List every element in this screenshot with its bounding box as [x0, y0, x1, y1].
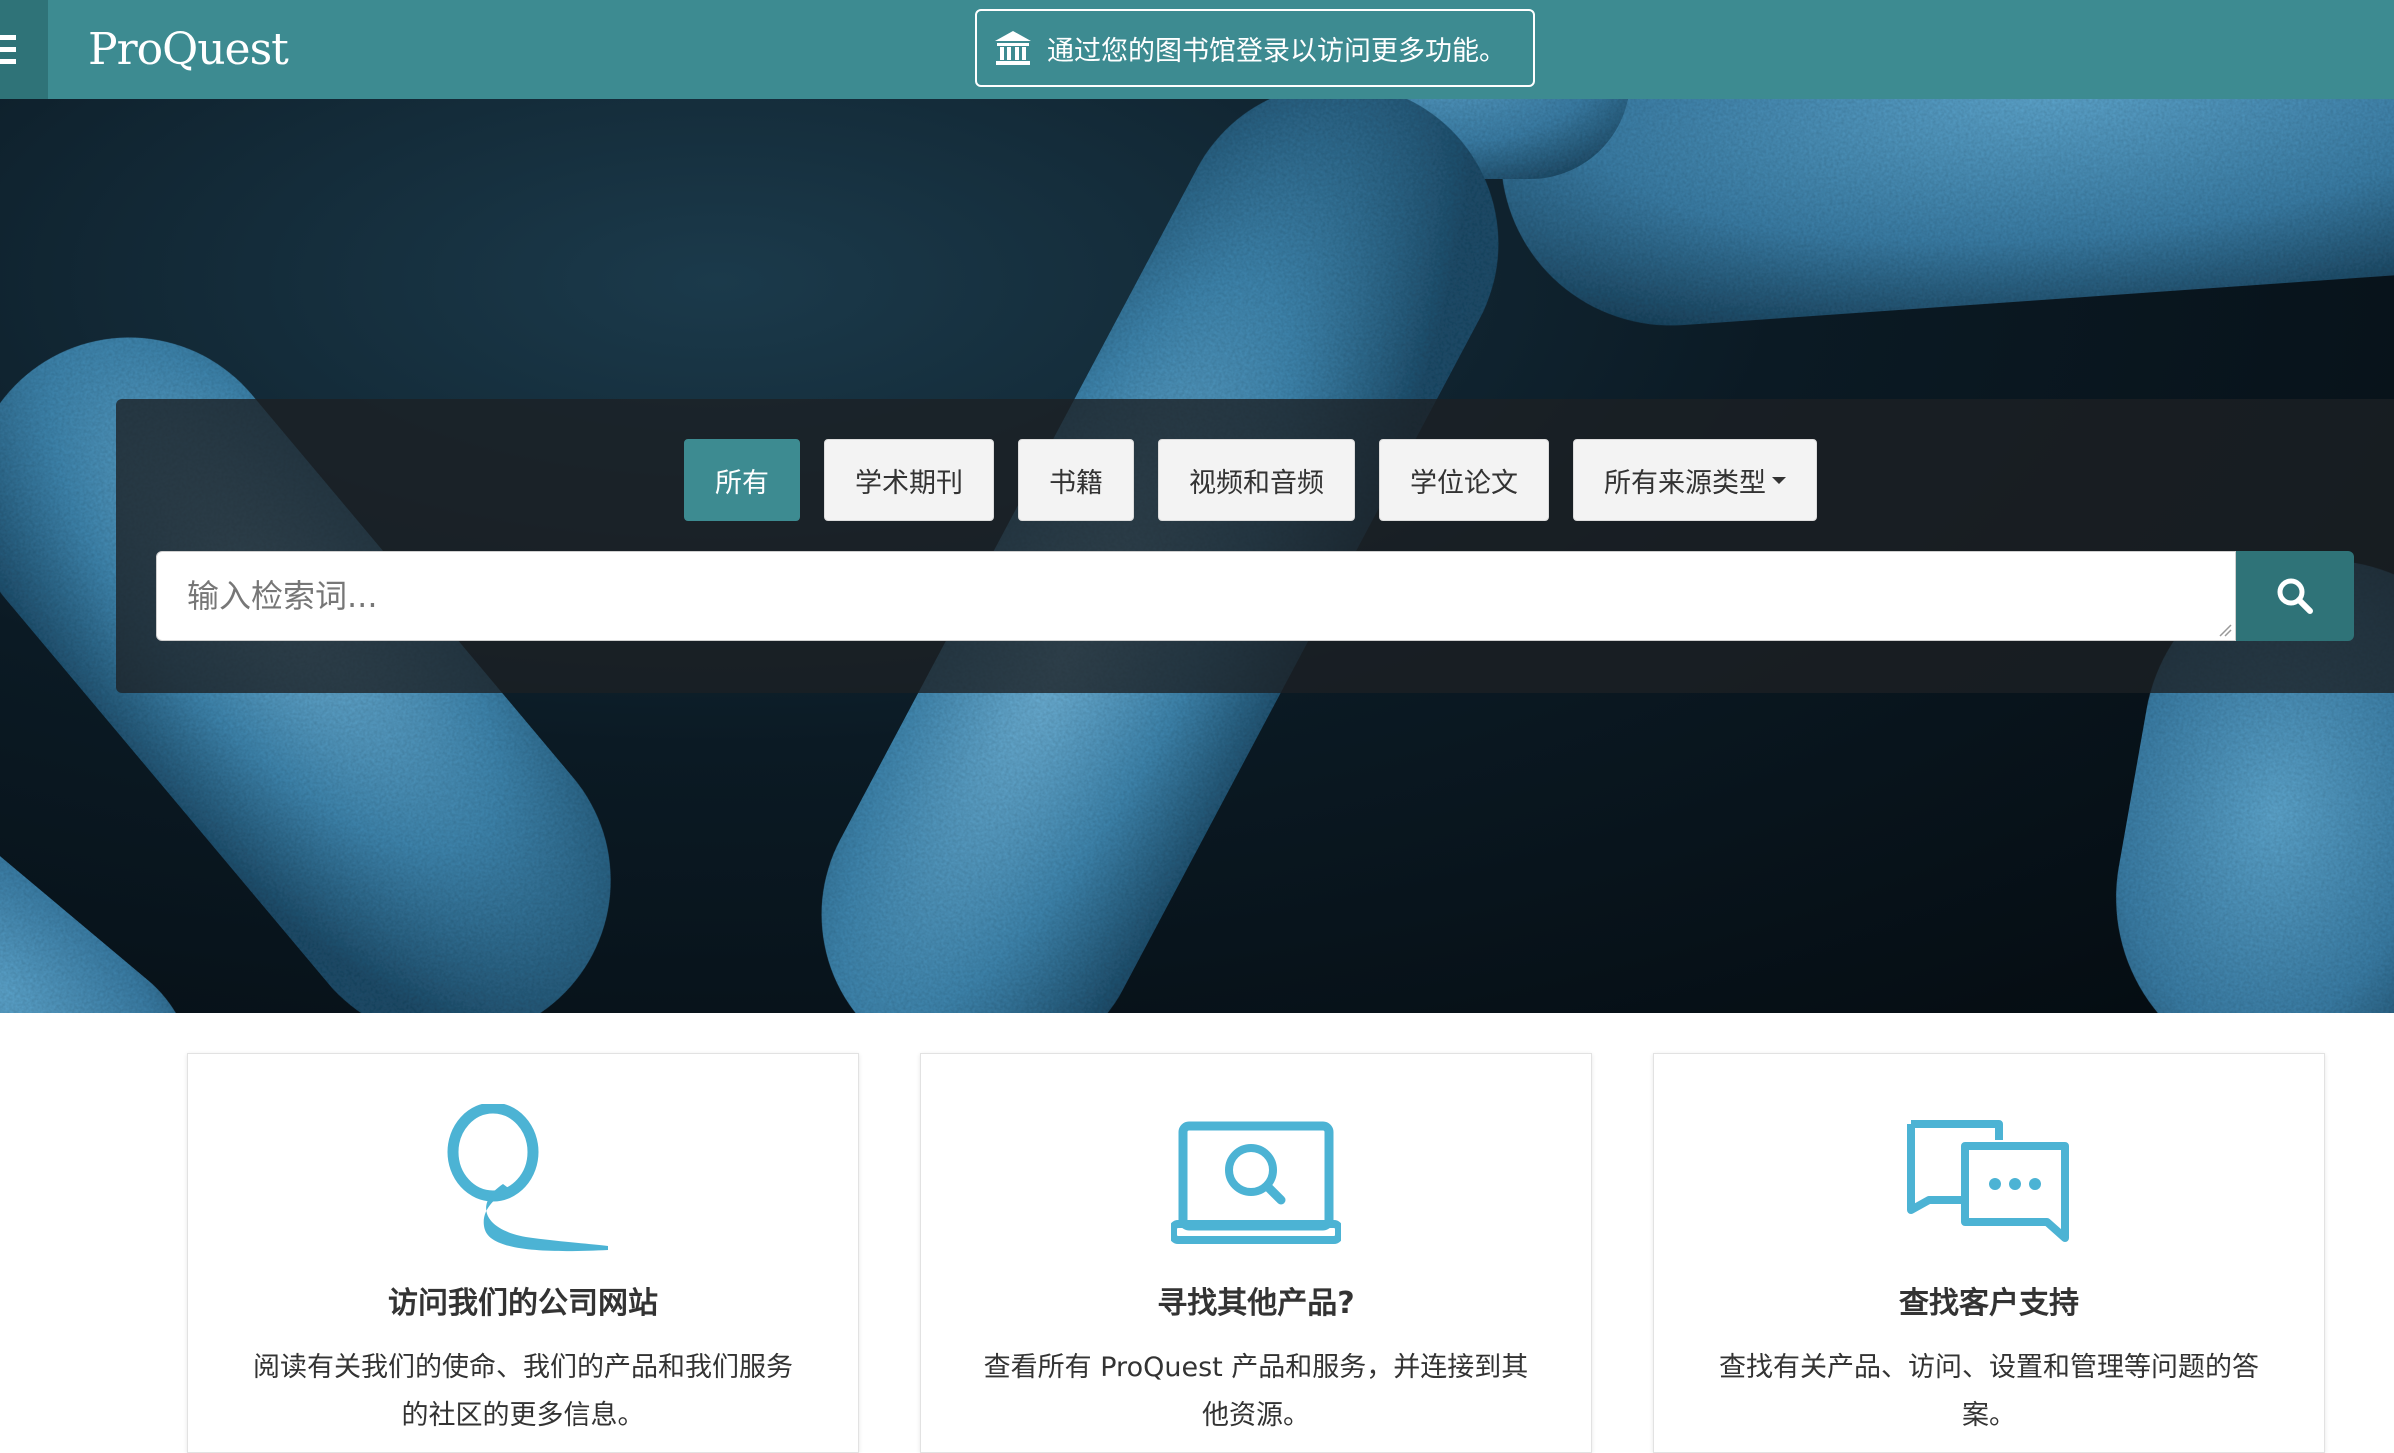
- card-text: 阅读有关我们的使命、我们的产品和我们服务的社区的更多信息。: [253, 1352, 793, 1431]
- laptop-search-icon: [1171, 1121, 1341, 1244]
- resize-grip-icon[interactable]: [2216, 621, 2232, 637]
- source-type-dropdown-label: 所有来源类型: [1604, 467, 1766, 499]
- source-type-tabs: 所有 学术期刊 书籍 视频和音频 学位论文 所有来源类型: [684, 439, 1817, 521]
- card-title: 查找客户支持: [1899, 1286, 2079, 1321]
- search-button[interactable]: [2236, 551, 2354, 641]
- tab-video-audio-label: 视频和音频: [1189, 467, 1324, 499]
- proquest-logo[interactable]: ProQuest: [88, 22, 289, 78]
- hero-banner: 所有 学术期刊 书籍 视频和音频 学位论文 所有来源类型: [0, 99, 2394, 1013]
- chat-bubbles-icon: [1907, 1120, 2069, 1242]
- tab-books[interactable]: 书籍: [1018, 439, 1134, 521]
- tab-dissertations[interactable]: 学位论文: [1379, 439, 1549, 521]
- card-customer-support[interactable]: 查找客户支持 查找有关产品、访问、设置和管理等问题的答案。: [1653, 1053, 2325, 1453]
- card-text: 查看所有 ProQuest 产品和服务，并连接到其他资源。: [983, 1352, 1529, 1431]
- tab-scholarly-journals-label: 学术期刊: [855, 467, 963, 499]
- top-bar: ProQuest 通过您的图书馆登录以访问更多功能。: [0, 0, 2394, 99]
- card-title: 访问我们的公司网站: [388, 1286, 658, 1321]
- caret-down-icon: [1772, 476, 1786, 484]
- hamburger-icon: [0, 35, 16, 64]
- tab-books-label: 书籍: [1049, 467, 1103, 499]
- card-title: 寻找其他产品?: [1157, 1286, 1355, 1321]
- tab-all[interactable]: 所有: [684, 439, 800, 521]
- hamburger-menu-button[interactable]: [0, 0, 48, 99]
- info-cards-section: 访问我们的公司网站 阅读有关我们的使命、我们的产品和我们服务的社区的更多信息。 …: [0, 1013, 2394, 1453]
- tab-video-audio[interactable]: 视频和音频: [1158, 439, 1355, 521]
- search-icon: [2277, 578, 2313, 614]
- search-panel: 所有 学术期刊 书籍 视频和音频 学位论文 所有来源类型: [116, 399, 2394, 693]
- tab-all-label: 所有: [715, 467, 769, 499]
- tab-dissertations-label: 学位论文: [1410, 467, 1518, 499]
- tab-scholarly-journals[interactable]: 学术期刊: [824, 439, 994, 521]
- institution-icon: [995, 31, 1031, 65]
- library-login-banner[interactable]: 通过您的图书馆登录以访问更多功能。: [975, 9, 1535, 87]
- login-banner-text: 通过您的图书馆登录以访问更多功能。: [1047, 35, 1506, 67]
- search-input[interactable]: [156, 551, 2236, 641]
- proquest-q-icon: [447, 1104, 608, 1252]
- card-other-products[interactable]: 寻找其他产品? 查看所有 ProQuest 产品和服务，并连接到其他资源。: [920, 1053, 1592, 1453]
- card-company-website[interactable]: 访问我们的公司网站 阅读有关我们的使命、我们的产品和我们服务的社区的更多信息。: [187, 1053, 859, 1453]
- source-type-dropdown[interactable]: 所有来源类型: [1573, 439, 1817, 521]
- card-text: 查找有关产品、访问、设置和管理等问题的答案。: [1719, 1352, 2259, 1431]
